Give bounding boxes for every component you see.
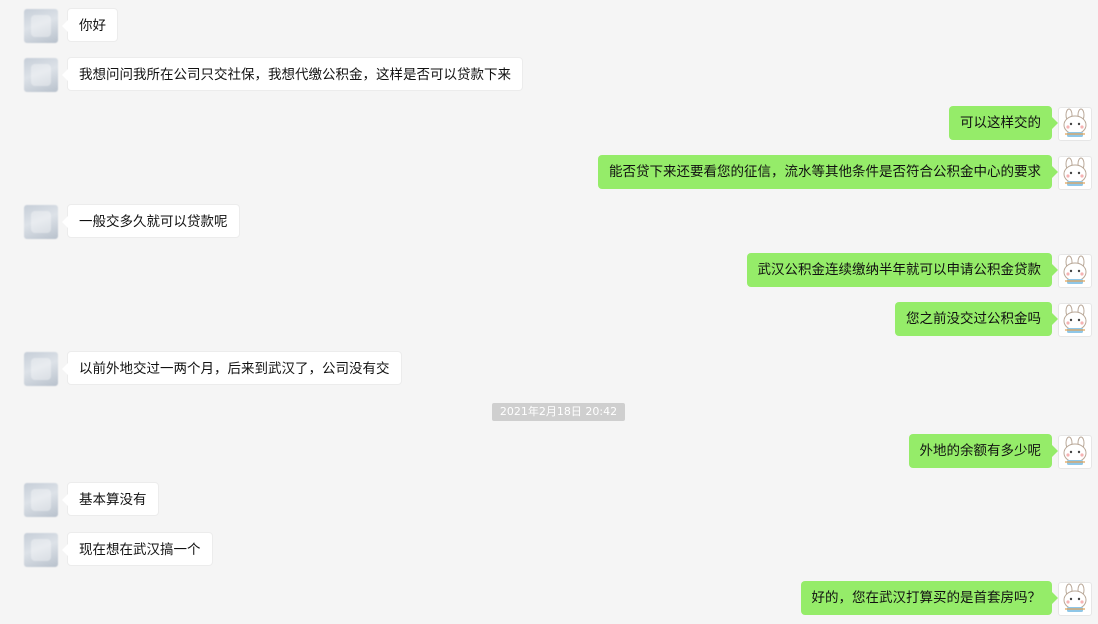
message-outgoing: 可以这样交的 [0, 106, 1098, 142]
user-avatar-icon[interactable] [24, 58, 58, 92]
bunny-avatar-icon[interactable] [1058, 156, 1092, 190]
message-bubble[interactable]: 我想问问我所在公司只交社保，我想代缴公积金，这样是否可以贷款下来 [62, 57, 523, 91]
message-incoming: 现在想在武汉搞一个 [0, 532, 1098, 568]
message-bubble[interactable]: 现在想在武汉搞一个 [62, 532, 213, 566]
user-avatar-icon[interactable] [24, 9, 58, 43]
bunny-avatar-icon[interactable] [1058, 107, 1092, 141]
message-outgoing: 武汉公积金连续缴纳半年就可以申请公积金贷款 [0, 253, 1098, 289]
message-outgoing: 能否贷下来还要看您的征信，流水等其他条件是否符合公积金中心的要求 [0, 155, 1098, 191]
message-bubble[interactable]: 一般交多久就可以贷款呢 [62, 204, 240, 238]
message-outgoing: 您之前没交过公积金吗 [0, 302, 1098, 338]
message-outgoing: 外地的余额有多少呢 [0, 434, 1098, 470]
message-bubble[interactable]: 您之前没交过公积金吗 [895, 302, 1058, 336]
bunny-avatar-icon[interactable] [1058, 435, 1092, 469]
message-incoming: 一般交多久就可以贷款呢 [0, 204, 1098, 240]
user-avatar-icon[interactable] [24, 483, 58, 517]
message-bubble[interactable]: 你好 [62, 8, 118, 42]
message-incoming: 以前外地交过一两个月，后来到武汉了，公司没有交 [0, 351, 1098, 387]
message-bubble[interactable]: 好的，您在武汉打算买的是首套房吗？ [800, 581, 1058, 615]
user-avatar-icon[interactable] [24, 533, 58, 567]
message-incoming: 你好 [0, 8, 1098, 44]
message-incoming: 我想问问我所在公司只交社保，我想代缴公积金，这样是否可以贷款下来 [0, 57, 1098, 93]
message-bubble[interactable]: 能否贷下来还要看您的征信，流水等其他条件是否符合公积金中心的要求 [598, 155, 1058, 189]
message-bubble[interactable]: 以前外地交过一两个月，后来到武汉了，公司没有交 [62, 351, 402, 385]
message-bubble[interactable]: 武汉公积金连续缴纳半年就可以申请公积金贷款 [746, 253, 1058, 287]
user-avatar-icon[interactable] [24, 352, 58, 386]
message-bubble[interactable]: 基本算没有 [62, 482, 159, 516]
message-bubble[interactable]: 外地的余额有多少呢 [908, 434, 1058, 468]
chat-window: 你好 我想问问我所在公司只交社保，我想代缴公积金，这样是否可以贷款下来 可以这样… [0, 0, 1098, 624]
user-avatar-icon[interactable] [24, 205, 58, 239]
message-incoming: 基本算没有 [0, 482, 1098, 518]
bunny-avatar-icon[interactable] [1058, 303, 1092, 337]
bunny-avatar-icon[interactable] [1058, 254, 1092, 288]
timestamp-divider: 2021年2月18日 20:42 [492, 403, 625, 421]
message-outgoing: 好的，您在武汉打算买的是首套房吗？ [0, 581, 1098, 617]
bunny-avatar-icon[interactable] [1058, 582, 1092, 616]
message-bubble[interactable]: 可以这样交的 [949, 106, 1058, 140]
